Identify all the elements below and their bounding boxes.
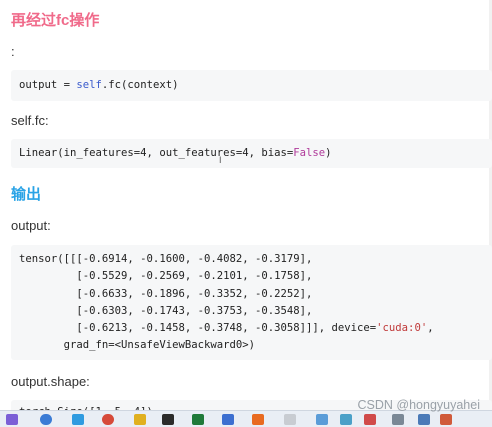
- taskbar-app-icon[interactable]: [192, 414, 204, 425]
- tensor-line-5-text: [-0.6213, -0.1458, -0.3748, -0.3058]]], …: [19, 322, 377, 335]
- code-block-linear: Linear(in_features=4, out_features=4, bi…: [11, 139, 492, 168]
- tensor-line-5-end: ,: [427, 322, 434, 335]
- taskbar-app-icon[interactable]: [418, 414, 430, 425]
- shape-label: output.shape:: [11, 374, 90, 389]
- code-text: .fc(context): [101, 79, 179, 91]
- code-text: Linear(in_features=4, out_features=4, bi…: [19, 147, 294, 159]
- code-block-tensor: tensor([[[-0.6914, -0.1600, -0.4082, -0.…: [11, 245, 492, 360]
- code-text: output =: [19, 79, 77, 91]
- grad-fn-name: <UnsafeViewBackward0>: [114, 339, 249, 352]
- code-keyword: self: [76, 79, 102, 91]
- csdn-watermark: CSDN @hongyuyahei: [357, 398, 480, 412]
- grad-fn-text: grad_fn=: [19, 339, 115, 352]
- taskbar: [0, 410, 492, 427]
- output-label: output:: [11, 218, 51, 233]
- taskbar-app-icon[interactable]: [316, 414, 328, 425]
- grad-fn-end: ): [248, 339, 255, 352]
- taskbar-app-icon[interactable]: [364, 414, 376, 425]
- tensor-line-1: tensor([[[-0.6914, -0.1600, -0.4082, -0.…: [19, 253, 313, 265]
- device-string: 'cuda:0': [376, 322, 428, 335]
- code-text: ): [325, 147, 332, 159]
- taskbar-app-icon[interactable]: [6, 414, 18, 425]
- heading-output: 输出: [11, 186, 42, 203]
- self-fc-label: self.fc:: [11, 113, 49, 128]
- taskbar-app-icon[interactable]: [440, 414, 452, 425]
- taskbar-app-icon[interactable]: [72, 414, 84, 425]
- code-block-output-assign: output = self.fc(context): [11, 70, 492, 101]
- code-boolean: False: [293, 147, 326, 159]
- taskbar-app-icon[interactable]: [40, 414, 52, 425]
- taskbar-app-icon[interactable]: [134, 414, 146, 425]
- tensor-line-4: [-0.6303, -0.1743, -0.3753, -0.3548],: [19, 304, 313, 317]
- taskbar-app-icon[interactable]: [392, 414, 404, 425]
- taskbar-app-icon[interactable]: [162, 414, 174, 425]
- taskbar-app-icon[interactable]: [340, 414, 352, 425]
- tensor-line-5: [-0.6213, -0.1458, -0.3748, -0.3058]]], …: [19, 320, 484, 337]
- taskbar-app-icon[interactable]: [284, 414, 296, 425]
- taskbar-app-icon[interactable]: [102, 414, 114, 425]
- taskbar-app-icon[interactable]: [222, 414, 234, 425]
- tensor-line-3: [-0.6633, -0.1896, -0.3352, -0.2252],: [19, 287, 313, 300]
- tensor-line-2: [-0.5529, -0.2569, -0.2101, -0.1758],: [19, 270, 313, 283]
- colon-text: :: [11, 44, 15, 59]
- tensor-line-6: grad_fn=<UnsafeViewBackward0>): [19, 337, 484, 354]
- taskbar-app-icon[interactable]: [252, 414, 264, 425]
- heading-fc-operation: 再经过fc操作: [11, 12, 100, 29]
- text-cursor-icon: I: [219, 155, 222, 165]
